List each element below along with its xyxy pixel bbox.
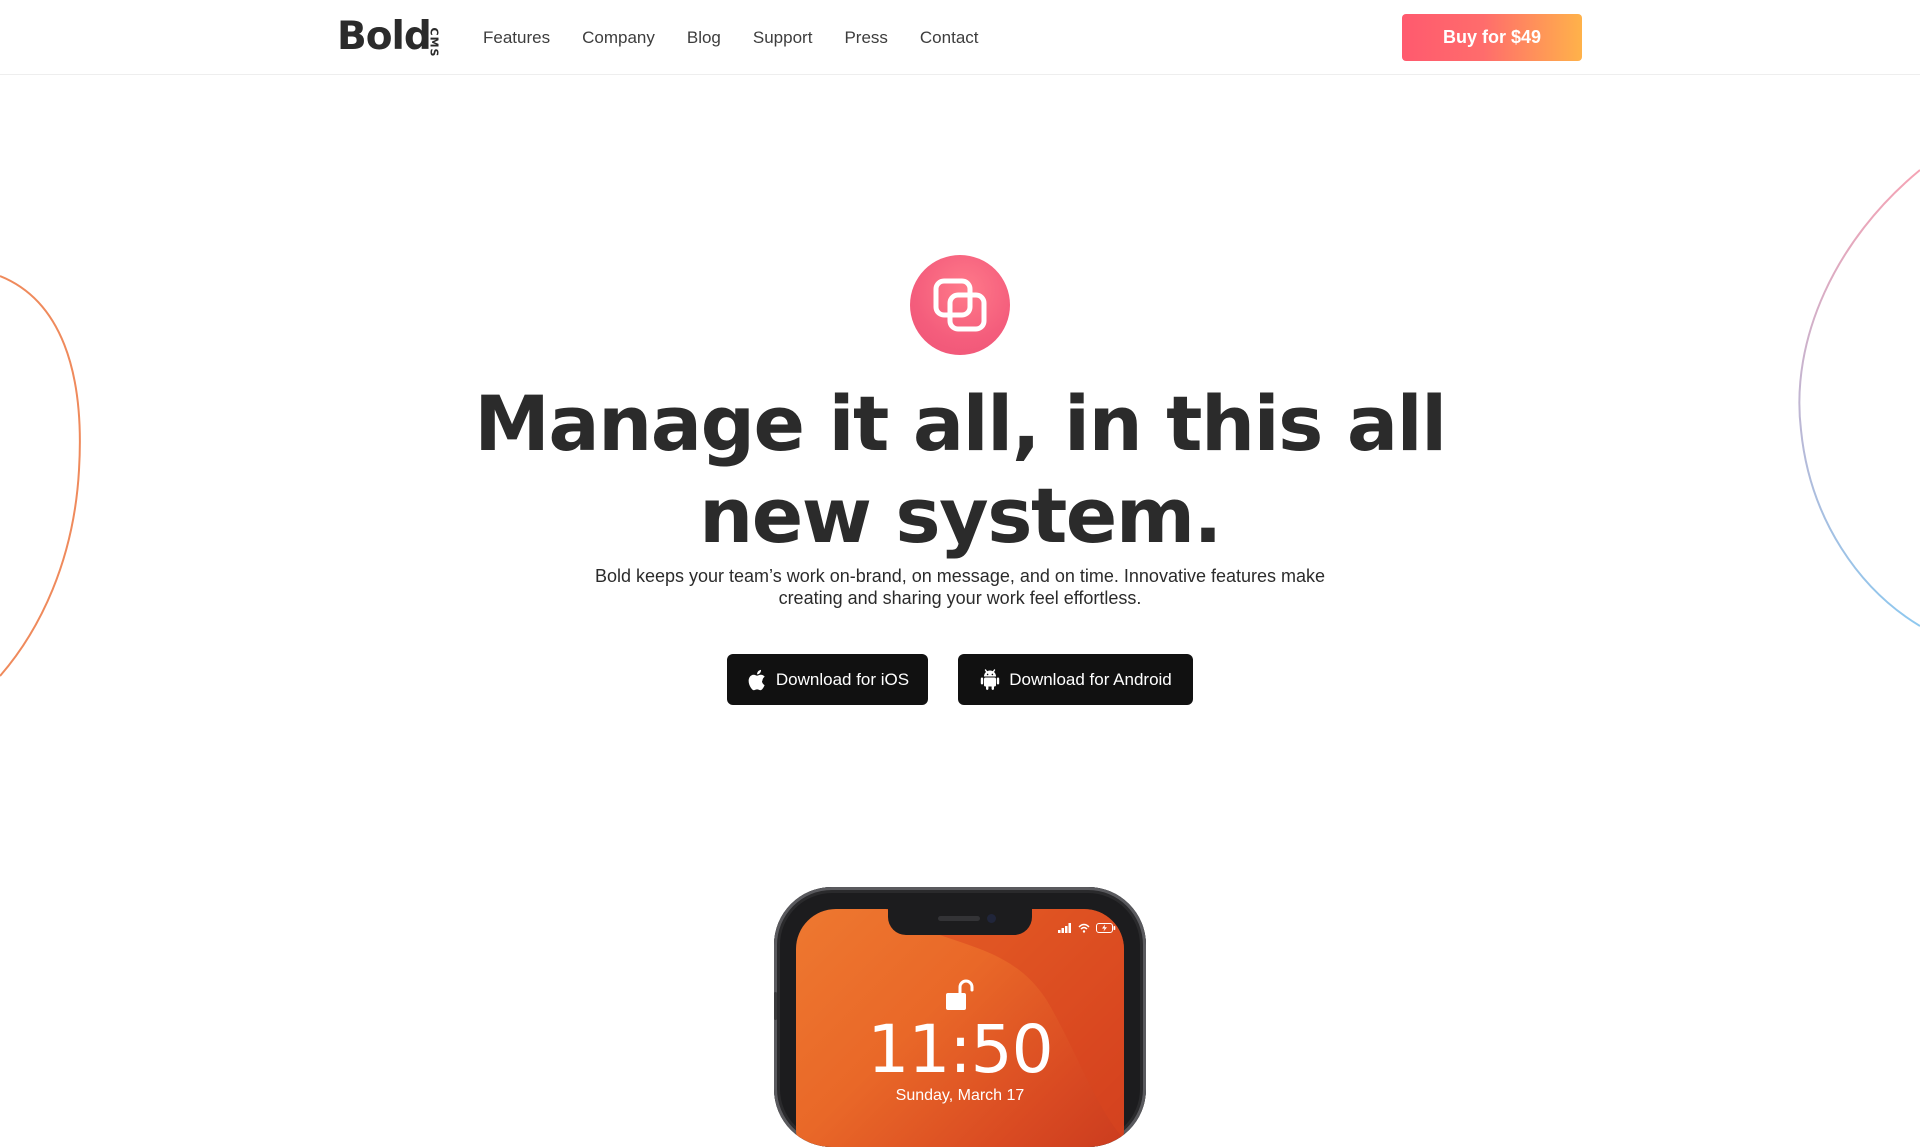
right-decorative-arc	[1798, 169, 1920, 627]
logo-wordmark: Bold	[337, 14, 432, 59]
phone-mockup: 11:50 Sunday, March 17	[774, 887, 1146, 1147]
main-nav: Features Company Blog Support Press Cont…	[483, 26, 1011, 50]
download-android-label: Download for Android	[1009, 669, 1172, 689]
apple-icon	[746, 668, 768, 692]
site-header: Bold CMS Features Company Blog Support P…	[0, 0, 1920, 75]
phone-screen: 11:50 Sunday, March 17	[796, 909, 1124, 1147]
nav-link-features[interactable]: Features	[483, 26, 550, 50]
phone-notch	[888, 909, 1032, 935]
download-ios-label: Download for iOS	[775, 669, 910, 689]
android-icon	[979, 668, 1001, 692]
unlocked-padlock-icon	[946, 979, 974, 1010]
phone-side-button	[774, 992, 777, 1020]
status-bar	[1058, 923, 1116, 933]
speaker-grille	[938, 916, 980, 921]
hero-subtitle: Bold keeps your team’s work on-brand, on…	[594, 566, 1326, 608]
download-ios-button[interactable]: Download for iOS	[727, 654, 928, 705]
lockscreen-time: 11:50	[867, 1011, 1053, 1088]
overlapping-squares-icon	[910, 255, 1010, 355]
download-android-button[interactable]: Download for Android	[958, 654, 1193, 705]
left-decorative-arc	[0, 275, 81, 677]
wifi-icon	[1078, 923, 1090, 933]
hero-title: Manage it all, in this all new system.	[474, 379, 1447, 560]
bold-cms-logo[interactable]: Bold CMS	[337, 14, 441, 60]
nav-link-support[interactable]: Support	[753, 26, 813, 50]
nav-link-blog[interactable]: Blog	[687, 26, 721, 50]
signal-icon	[1058, 923, 1071, 933]
front-camera	[987, 914, 996, 923]
nav-link-contact[interactable]: Contact	[920, 26, 979, 50]
nav-link-press[interactable]: Press	[844, 26, 887, 50]
lockscreen-date: Sunday, March 17	[895, 1087, 1025, 1104]
nav-link-company[interactable]: Company	[582, 26, 655, 50]
buy-button[interactable]: Buy for $49	[1402, 14, 1582, 61]
logo-cms-badge: CMS	[427, 27, 441, 57]
battery-charging-icon	[1096, 923, 1116, 933]
